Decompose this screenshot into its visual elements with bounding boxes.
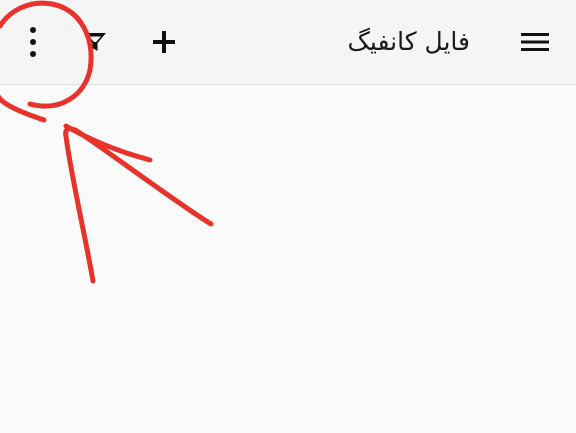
filter-icon	[84, 33, 106, 51]
more-vertical-icon	[30, 27, 36, 57]
content-area	[0, 85, 576, 433]
page-title: فایل کانفیگ	[347, 27, 470, 56]
hamburger-menu-icon	[521, 33, 549, 51]
plus-icon	[153, 31, 175, 53]
more-options-button[interactable]	[9, 18, 57, 66]
app-toolbar: فایل کانفیگ	[0, 0, 576, 85]
navigation-menu-button[interactable]	[511, 18, 559, 66]
app-screen: فایل کانفیگ	[0, 0, 576, 433]
filter-button[interactable]	[71, 18, 119, 66]
add-button[interactable]	[140, 18, 188, 66]
